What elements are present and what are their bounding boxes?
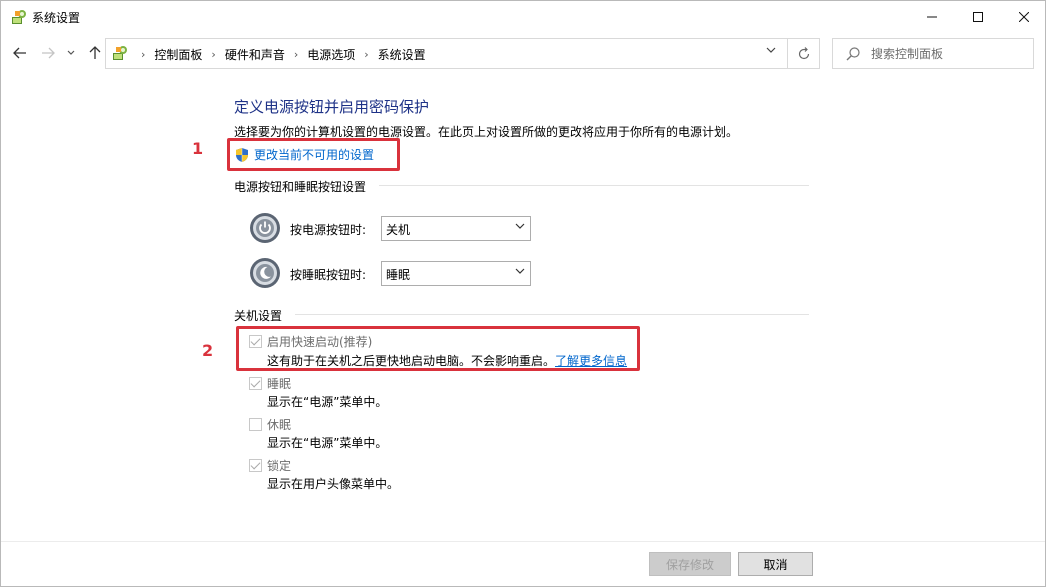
lock-checkbox[interactable] — [249, 459, 262, 472]
footer-divider — [1, 541, 1045, 542]
sleep-button-action-select[interactable]: 睡眠 — [381, 261, 531, 286]
sleep-button-icon — [250, 258, 280, 288]
lock-option-description: 显示在用户头像菜单中。 — [267, 477, 400, 491]
search-input[interactable] — [871, 46, 1026, 62]
cancel-button[interactable]: 取消 — [738, 552, 813, 576]
control-panel-icon — [113, 46, 127, 60]
section-divider — [379, 185, 809, 186]
sleep-option-description: 显示在“电源”菜单中。 — [267, 395, 388, 409]
power-button-action-select[interactable]: 关机 — [381, 216, 531, 241]
power-button-label: 按电源按钮时: — [290, 223, 367, 237]
sleep-option[interactable]: 睡眠 — [249, 375, 291, 392]
lock-option-label: 锁定 — [267, 459, 292, 473]
back-arrow-icon[interactable] — [11, 44, 29, 62]
breadcrumb-item[interactable]: 系统设置 — [378, 46, 426, 63]
chevron-right-icon[interactable]: › — [294, 48, 298, 61]
sleep-button-label: 按睡眠按钮时: — [290, 268, 367, 282]
maximize-icon[interactable] — [955, 1, 1001, 32]
annotation-marker-2: 2 — [202, 341, 214, 360]
lock-option[interactable]: 锁定 — [249, 457, 291, 474]
up-arrow-icon[interactable] — [86, 44, 104, 62]
chevron-right-icon[interactable]: › — [364, 48, 368, 61]
search-icon — [846, 47, 860, 61]
forward-arrow-icon[interactable] — [39, 44, 57, 62]
control-panel-icon — [12, 10, 26, 24]
chevron-down-icon[interactable] — [766, 46, 776, 57]
sleep-checkbox[interactable] — [249, 377, 262, 390]
annotation-box-2 — [236, 326, 640, 371]
save-changes-button[interactable]: 保存修改 — [649, 552, 731, 576]
breadcrumb: › 控制面板 › 硬件和声音 › 电源选项 › 系统设置 — [132, 46, 426, 63]
system-settings-window: 系统设置 › 控制面板 › 硬件和声音 › 电源选项 › 系统设置 搜索控制面板… — [0, 0, 1046, 587]
power-section-title: 电源按钮和睡眠按钮设置 — [234, 180, 367, 194]
recent-locations-chevron-icon[interactable] — [64, 44, 78, 62]
hibernate-option-description: 显示在“电源”菜单中。 — [267, 436, 388, 450]
sleep-button-action-value: 睡眠 — [386, 268, 411, 282]
power-button-action-value: 关机 — [386, 223, 411, 237]
minimize-icon[interactable] — [909, 1, 955, 32]
chevron-right-icon[interactable]: › — [211, 48, 215, 61]
navigation-bar: › 控制面板 › 硬件和声音 › 电源选项 › 系统设置 — [1, 36, 1045, 70]
close-icon[interactable] — [1001, 1, 1046, 32]
hibernate-option[interactable]: 休眠 — [249, 416, 291, 433]
chevron-down-icon — [515, 222, 525, 233]
title-bar: 系统设置 — [1, 1, 1045, 32]
page-title: 定义电源按钮并启用密码保护 — [234, 98, 430, 116]
shutdown-section-title: 关机设置 — [234, 309, 283, 323]
chevron-right-icon[interactable]: › — [141, 48, 145, 61]
window-title: 系统设置 — [32, 11, 81, 25]
refresh-icon[interactable] — [788, 38, 820, 69]
annotation-box-1 — [227, 138, 400, 171]
power-button-icon — [250, 213, 280, 243]
breadcrumb-item[interactable]: 电源选项 — [307, 46, 355, 63]
breadcrumb-item[interactable]: 硬件和声音 — [225, 46, 285, 63]
hibernate-checkbox[interactable] — [249, 418, 262, 431]
section-divider — [295, 314, 809, 315]
chevron-down-icon — [515, 267, 525, 278]
address-bar[interactable]: › 控制面板 › 硬件和声音 › 电源选项 › 系统设置 — [105, 38, 788, 69]
annotation-marker-1: 1 — [192, 139, 204, 158]
hibernate-option-label: 休眠 — [267, 418, 292, 432]
sleep-option-label: 睡眠 — [267, 377, 292, 391]
breadcrumb-item[interactable]: 控制面板 — [154, 46, 202, 63]
search-box[interactable] — [832, 38, 1034, 69]
